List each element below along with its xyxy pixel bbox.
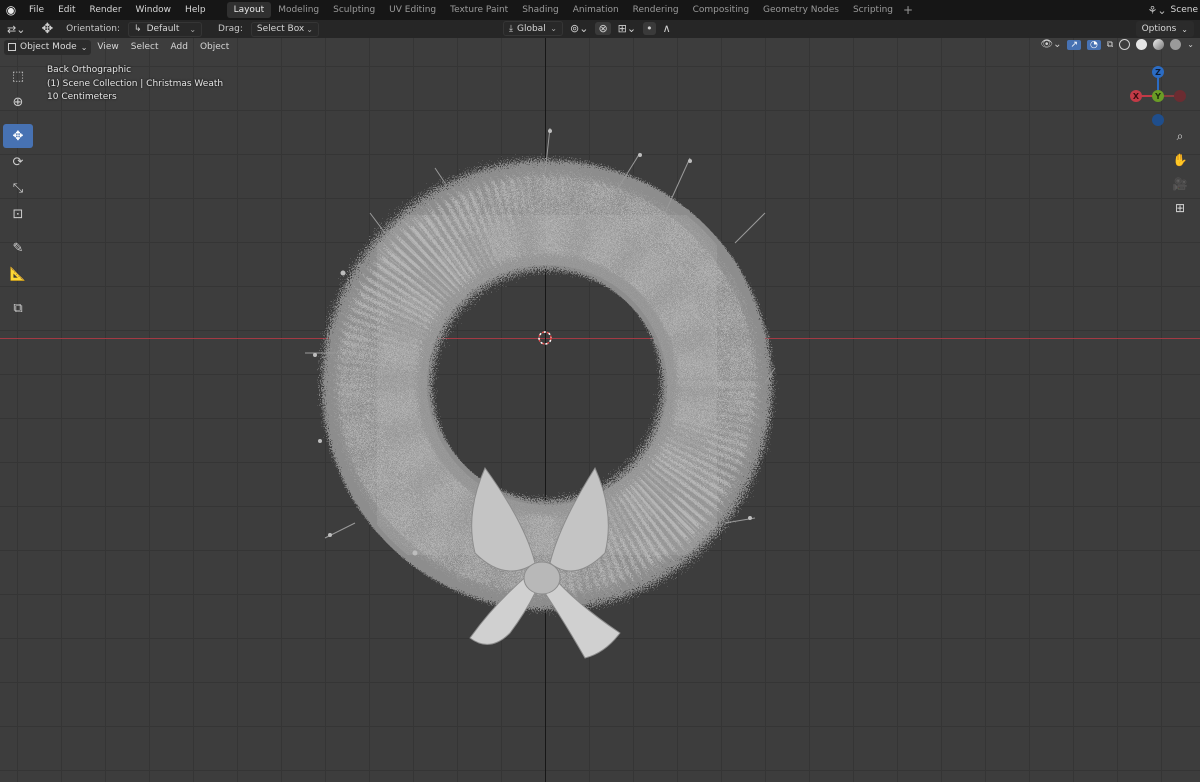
top-menubar: ◉ File Edit Render Window Help Layout Mo… bbox=[0, 0, 1200, 20]
orientation-icon: ↳ bbox=[134, 24, 142, 34]
gizmo-y-label: Y bbox=[1154, 92, 1161, 101]
tab-modeling[interactable]: Modeling bbox=[271, 2, 326, 18]
scene-icon: ⚘⌄ bbox=[1147, 3, 1167, 17]
rendered-shading-icon[interactable] bbox=[1170, 39, 1182, 50]
rotate-icon[interactable]: ⟳ bbox=[3, 150, 33, 174]
tab-animation[interactable]: Animation bbox=[566, 2, 626, 18]
tab-geometry-nodes[interactable]: Geometry Nodes bbox=[756, 2, 846, 18]
tab-shading[interactable]: Shading bbox=[515, 2, 566, 18]
snap-target-icon[interactable]: ⊞⌄ bbox=[615, 22, 639, 35]
main-menu: File Edit Render Window Help bbox=[22, 0, 213, 20]
transform-space-dropdown[interactable]: ⤓ Global ⌄ bbox=[503, 21, 563, 36]
add-cube-icon[interactable]: ⧉ bbox=[3, 296, 33, 320]
gizmo-neg-x-icon bbox=[1174, 90, 1186, 102]
blender-logo-icon[interactable]: ◉ bbox=[2, 0, 20, 20]
visibility-eye-icon[interactable]: 👁⌄ bbox=[1040, 39, 1061, 50]
chevron-down-icon: ⌄ bbox=[189, 24, 197, 34]
collection-info: (1) Scene Collection | Christmas Weath bbox=[47, 78, 224, 89]
tab-sculpting[interactable]: Sculpting bbox=[326, 2, 382, 18]
mode-dropdown[interactable]: Object Mode ⌄ bbox=[4, 39, 92, 55]
options-label: Options bbox=[1141, 24, 1177, 34]
tab-layout[interactable]: Layout bbox=[226, 2, 272, 18]
chevron-down-icon: ⌄ bbox=[80, 42, 88, 52]
orientation-value: Default bbox=[146, 24, 180, 34]
tab-scripting[interactable]: Scripting bbox=[846, 2, 900, 18]
zoom-icon[interactable]: ⌕ bbox=[1170, 126, 1190, 146]
3d-cursor-icon[interactable] bbox=[537, 330, 553, 346]
orientation-label: Orientation: bbox=[66, 24, 121, 34]
transform-space-value: Global bbox=[516, 23, 546, 34]
global-axes-icon: ⤓ bbox=[509, 23, 513, 34]
solid-shading-icon[interactable] bbox=[1136, 39, 1148, 50]
viewport-header: Object Mode ⌄ View Select Add Object 👁⌄ … bbox=[0, 38, 1200, 56]
tool-header: ⇄⌄ ✥ Orientation: ↳ Default ⌄ Drag: Sele… bbox=[0, 20, 1200, 38]
chevron-down-icon: ⌄ bbox=[306, 24, 313, 34]
menu-render[interactable]: Render bbox=[83, 0, 129, 20]
scale-icon[interactable]: ⤡ bbox=[3, 176, 33, 200]
annotate-icon[interactable]: ✎ bbox=[3, 236, 33, 260]
toolbar-separator bbox=[3, 116, 33, 122]
view-name: Back Orthographic bbox=[47, 65, 132, 75]
tab-compositing[interactable]: Compositing bbox=[686, 2, 756, 18]
chevron-down-icon[interactable]: ⌄ bbox=[1187, 40, 1194, 49]
transform-icon[interactable]: ⊡ bbox=[3, 202, 33, 226]
drag-label: Drag: bbox=[218, 24, 243, 34]
move-icon[interactable]: ✥ bbox=[3, 124, 33, 148]
menu-add[interactable]: Add bbox=[165, 42, 194, 52]
orientation-dropdown[interactable]: ↳ Default ⌄ bbox=[128, 21, 203, 37]
drag-dropdown[interactable]: Select Box ⌄ bbox=[250, 21, 319, 37]
gizmo-toggle-icon[interactable]: ↗ bbox=[1067, 39, 1081, 50]
falloff-icon[interactable]: ∧ bbox=[660, 22, 674, 35]
gizmo-x-label: X bbox=[1133, 92, 1140, 101]
navigation-gizmo[interactable]: Z X Y bbox=[1126, 64, 1190, 128]
transform-tools: ⤓ Global ⌄ ⊚⌄ ⊗ ⊞⌄ • ∧ bbox=[503, 21, 674, 36]
viewport-info: Back Orthographic (1) Scene Collection |… bbox=[47, 64, 223, 105]
toolbar-separator bbox=[3, 288, 33, 294]
menu-window[interactable]: Window bbox=[129, 0, 179, 20]
select-box-icon[interactable]: ⬚ bbox=[3, 64, 33, 88]
options-button[interactable]: Options ⌄ bbox=[1135, 21, 1194, 37]
material-shading-icon[interactable] bbox=[1153, 39, 1165, 50]
proportional-edit-icon[interactable]: • bbox=[643, 22, 656, 35]
mode-label: Object Mode bbox=[20, 42, 77, 52]
snap-icon[interactable]: ⊗ bbox=[595, 22, 611, 35]
workspace-tabs: Layout Modeling Sculpting UV Editing Tex… bbox=[226, 0, 916, 20]
measure-icon[interactable]: 📐 bbox=[3, 262, 33, 286]
move-tool-icon[interactable]: ✥ bbox=[38, 21, 56, 37]
tab-uv-editing[interactable]: UV Editing bbox=[382, 2, 443, 18]
xray-icon[interactable]: ⧉ bbox=[1107, 40, 1113, 50]
menu-help[interactable]: Help bbox=[178, 0, 213, 20]
wireframe-shading-icon[interactable] bbox=[1119, 39, 1131, 50]
grid-toggle-icon[interactable]: ⊞ bbox=[1170, 198, 1190, 218]
object-mode-icon bbox=[8, 43, 16, 51]
chevron-down-icon: ⌄ bbox=[1181, 24, 1188, 34]
tab-texture-paint[interactable]: Texture Paint bbox=[443, 2, 515, 18]
camera-icon[interactable]: 🎥 bbox=[1170, 174, 1190, 194]
drag-value: Select Box bbox=[256, 24, 305, 34]
overlay-toggle-icon[interactable]: ◔ bbox=[1087, 39, 1101, 50]
scene-selector[interactable]: ⚘⌄ Scene bbox=[1143, 0, 1200, 20]
pan-hand-icon[interactable]: ✋ bbox=[1170, 150, 1190, 170]
toolbar-separator bbox=[3, 228, 33, 234]
left-toolbar: ⬚ ⊕ ✥ ⟳ ⤡ ⊡ ✎ 📐 ⧉ bbox=[3, 64, 33, 320]
editor-type-icon[interactable]: ⇄⌄ bbox=[4, 23, 28, 36]
menu-select[interactable]: Select bbox=[125, 42, 165, 52]
tab-rendering[interactable]: Rendering bbox=[626, 2, 686, 18]
menu-view[interactable]: View bbox=[91, 42, 124, 52]
pivot-point-icon[interactable]: ⊚⌄ bbox=[567, 22, 591, 35]
gizmo-z-label: Z bbox=[1155, 68, 1161, 77]
shading-controls: 👁⌄ ↗ ◔ ⧉ ⌄ bbox=[1040, 39, 1194, 50]
3d-viewport[interactable]: Back Orthographic (1) Scene Collection |… bbox=[0, 38, 1200, 782]
scene-name: Scene bbox=[1170, 5, 1198, 15]
menu-file[interactable]: File bbox=[22, 0, 51, 20]
navigation-buttons: ⌕ ✋ 🎥 ⊞ bbox=[1170, 126, 1190, 218]
grid-scale: 10 Centimeters bbox=[47, 92, 117, 102]
chevron-down-icon: ⌄ bbox=[550, 24, 557, 33]
cursor-tool-icon[interactable]: ⊕ bbox=[3, 90, 33, 114]
gizmo-neg-z-icon bbox=[1152, 114, 1164, 126]
christmas-wreath-model[interactable] bbox=[295, 123, 785, 663]
add-workspace-button[interactable]: + bbox=[900, 3, 916, 17]
menu-edit[interactable]: Edit bbox=[51, 0, 82, 20]
menu-object[interactable]: Object bbox=[194, 42, 235, 52]
